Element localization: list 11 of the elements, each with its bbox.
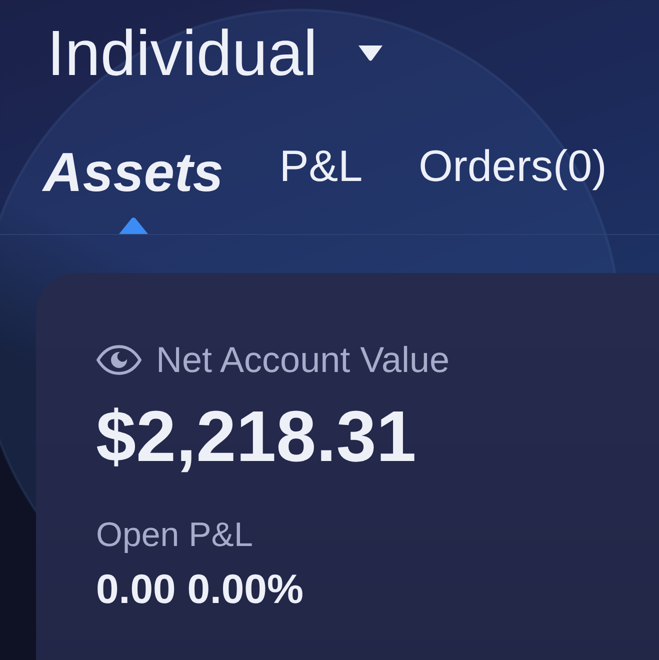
tab[interactable]: Assets: [43, 145, 224, 200]
account-selector[interactable]: Individual: [47, 21, 384, 85]
net-value-label: Net Account Value: [156, 342, 450, 378]
tab[interactable]: Orders(0): [418, 145, 607, 189]
open-pnl-label: Open P&L: [96, 518, 254, 552]
net-account-value: $2,218.31: [96, 401, 418, 473]
caret-down-icon: [357, 44, 384, 62]
tab[interactable]: P&L: [279, 145, 363, 189]
open-pnl-value: 0.00 0.00%: [96, 569, 304, 610]
eye-icon[interactable]: [96, 345, 142, 375]
tab-indicator-icon: [118, 217, 148, 234]
